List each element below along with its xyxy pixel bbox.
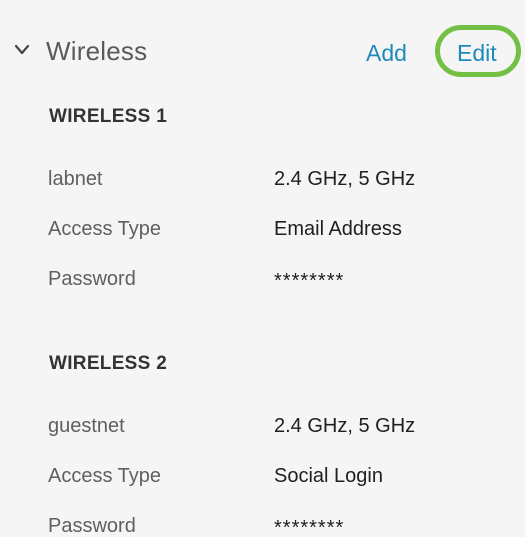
wireless-2-access-type-label: Access Type (48, 465, 162, 487)
wireless-panel: Wireless Add Edit WIRELESS 1 labnet 2.4 … (0, 0, 525, 537)
edit-button[interactable]: Edit (457, 40, 497, 67)
wireless-1-bands: 2.4 GHz, 5 GHz (274, 168, 416, 190)
wireless-1-title: WIRELESS 1 (49, 106, 168, 127)
wireless-2-access-type-value: Social Login (274, 465, 383, 487)
wireless-2-ssid: guestnet (48, 415, 125, 437)
wireless-1-access-type-value: Email Address (274, 218, 402, 240)
section-header: Wireless Add Edit (0, 0, 525, 100)
wireless-2-title: WIRELESS 2 (49, 353, 168, 374)
wireless-2-bands: 2.4 GHz, 5 GHz (274, 415, 416, 437)
chevron-down-icon[interactable] (12, 40, 32, 60)
wireless-1-ssid: labnet (48, 168, 103, 190)
wireless-1-access-type-label: Access Type (48, 218, 162, 240)
wireless-1-password-label: Password (48, 268, 136, 290)
wireless-1-password-value: ******** (274, 270, 345, 292)
add-button[interactable]: Add (366, 40, 407, 67)
wireless-2-password-value: ******** (274, 517, 345, 537)
section-title: Wireless (46, 36, 148, 66)
wireless-2-password-label: Password (48, 515, 136, 537)
